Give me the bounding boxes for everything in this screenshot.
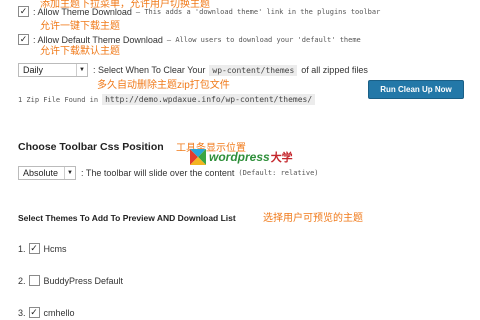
- toolbar-position-select[interactable]: Absolute ▼: [18, 166, 76, 180]
- annotation-select-themes: 选择用户可预览的主题: [263, 213, 363, 224]
- toolbar-default-note: (Default: relative): [238, 169, 319, 177]
- allow-default-download-desc: – Allow users to download your 'default'…: [166, 35, 361, 44]
- cleanup-frequency-value: Daily: [23, 65, 44, 75]
- allow-default-download-row: ✓ : Allow Default Theme Download – Allow…: [18, 34, 361, 45]
- theme-checkbox[interactable]: ✓: [28, 307, 40, 318]
- run-cleanup-button[interactable]: Run Clean Up Now: [368, 80, 464, 99]
- toolbar-position-heading: Choose Toolbar Css Position: [18, 141, 164, 153]
- toolbar-position-row: Absolute ▼ : The toolbar will slide over…: [18, 166, 319, 180]
- theme-checkbox[interactable]: [28, 275, 40, 286]
- theme-item: 1. ✓ Hcms: [18, 243, 67, 254]
- theme-checkbox[interactable]: ✓: [28, 243, 40, 254]
- cleanup-frequency-select[interactable]: Daily ▼: [18, 63, 88, 77]
- cleanup-row: Daily ▼ : Select When To Clear Your wp-c…: [18, 63, 368, 77]
- annotation-allow-default: 允许下载默认主题: [40, 46, 120, 57]
- toolbar-position-desc: : The toolbar will slide over the conten…: [81, 168, 235, 178]
- allow-default-download-label: : Allow Default Theme Download: [33, 34, 163, 45]
- zip-found-row: 1 Zip File Found in http://demo.wpdaxue.…: [18, 94, 316, 105]
- cleanup-text-suffix: of all zipped files: [301, 65, 368, 75]
- allow-default-download-checkbox[interactable]: ✓: [18, 34, 29, 45]
- cleanup-text-prefix: : Select When To Clear Your: [93, 65, 206, 75]
- select-themes-heading: Select Themes To Add To Preview AND Down…: [18, 213, 236, 223]
- chevron-down-icon: ▼: [76, 64, 87, 76]
- theme-number: 1.: [18, 243, 26, 254]
- theme-name: Hcms: [43, 243, 67, 254]
- theme-name: cmhello: [43, 307, 75, 318]
- zip-found-text: 1 Zip File Found in: [18, 95, 99, 104]
- annotation-auto-delete: 多久自动删除主题zip打包文件: [97, 80, 230, 91]
- wpdaxue-logo-icon: [190, 149, 206, 165]
- theme-item: 2. BuddyPress Default: [18, 275, 123, 286]
- cleanup-path: wp-content/themes: [209, 64, 298, 76]
- watermark-brand: wordpress: [209, 150, 270, 164]
- theme-item: 3. ✓ cmhello: [18, 307, 75, 318]
- wordpress-daxue-watermark: wordpress 大学: [190, 149, 293, 165]
- zip-found-path: http://demo.wpdaxue.info/wp-content/them…: [102, 94, 316, 105]
- toolbar-position-value: Absolute: [23, 168, 59, 178]
- chevron-down-icon: ▼: [64, 167, 75, 179]
- watermark-suffix: 大学: [270, 152, 293, 164]
- annotation-allow-download: 允许一键下载主题: [40, 21, 120, 32]
- allow-theme-download-desc: – This adds a 'download theme' link in t…: [135, 7, 381, 16]
- theme-number: 2.: [18, 275, 26, 286]
- allow-theme-download-row: ✓ : Allow Theme Download – This adds a '…: [18, 6, 380, 17]
- theme-name: BuddyPress Default: [43, 275, 124, 286]
- theme-number: 3.: [18, 307, 26, 318]
- allow-theme-download-checkbox[interactable]: ✓: [18, 6, 29, 17]
- allow-theme-download-label: : Allow Theme Download: [33, 6, 132, 17]
